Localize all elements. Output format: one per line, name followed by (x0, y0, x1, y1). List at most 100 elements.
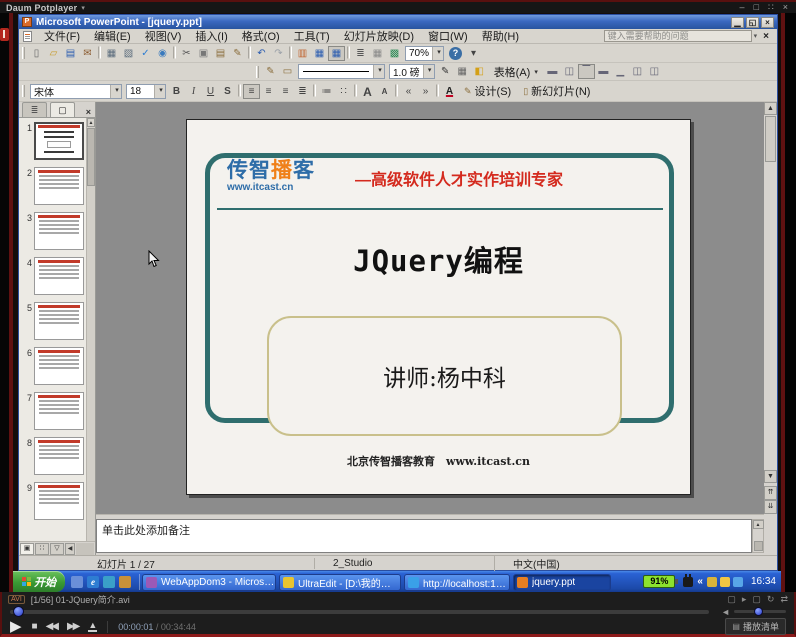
menu-item[interactable]: 插入(I) (188, 27, 234, 45)
print-preview-icon[interactable]: ▧ (120, 46, 137, 61)
taskbar-task-button[interactable]: jquery.ppt (513, 574, 611, 591)
open-file-button[interactable]: ▲ (88, 621, 97, 632)
toolbar-grip[interactable] (22, 85, 25, 97)
volume-knob[interactable] (754, 607, 763, 616)
line-weight-dropdown-icon[interactable]: ▾ (423, 65, 434, 78)
slide[interactable]: 传智播客 www.itcast.cn —高级软件人才实作培训专家 JQuery编… (186, 119, 691, 495)
align-right-icon[interactable]: ≡ (277, 84, 294, 99)
network-tray-icon[interactable] (733, 577, 743, 587)
grow-font-icon[interactable]: A (359, 84, 376, 99)
spelling-icon[interactable]: ✓ (137, 46, 154, 61)
document-icon[interactable] (23, 31, 32, 42)
color-grayscale-icon[interactable]: ▩ (386, 46, 403, 61)
redo-icon[interactable]: ↷ (270, 46, 287, 61)
decrease-indent-icon[interactable]: « (400, 84, 417, 99)
outline-tab[interactable]: ≣ (22, 102, 47, 117)
ppt-close-button[interactable]: × (761, 17, 774, 28)
seek-bar[interactable] (10, 610, 709, 614)
player-menu-caret-icon[interactable]: ▾ (81, 4, 85, 12)
notes-input[interactable]: 单击此处添加备注 (96, 519, 752, 553)
scroll-thumb[interactable] (765, 116, 776, 162)
slide-thumbnail[interactable] (34, 302, 84, 340)
notes-scrollbar[interactable]: ▲ (752, 519, 764, 553)
panel-scroll-thumb[interactable] (87, 128, 95, 186)
font-size-dropdown-icon[interactable]: ▾ (154, 85, 165, 98)
stop-button[interactable]: ■ (32, 621, 36, 632)
merge-cells-icon[interactable]: ▬ (544, 64, 561, 79)
undo-icon[interactable]: ↶ (253, 46, 270, 61)
cut-icon[interactable]: ✂ (178, 46, 195, 61)
menu-item[interactable]: 文件(F) (37, 27, 87, 45)
research-icon[interactable]: ◉ (154, 46, 171, 61)
play-marker-icon[interactable]: ▸ (742, 594, 747, 605)
split-cells-icon[interactable]: ◫ (561, 64, 578, 79)
msn-quicklaunch-icon[interactable] (103, 576, 115, 588)
show-formatting-icon[interactable]: ≣ (352, 46, 369, 61)
tray-collapse-icon[interactable]: « (697, 576, 703, 587)
repeat-icon[interactable]: ↻ (767, 594, 775, 605)
previous-button[interactable]: ◀◀ (46, 621, 57, 632)
key-tray-icon[interactable] (707, 577, 717, 587)
scroll-up-icon[interactable]: ▲ (764, 102, 777, 115)
document-close-button[interactable]: × (759, 31, 773, 42)
menu-item[interactable]: 编辑(E) (87, 27, 138, 45)
messenger-tray-icon[interactable] (720, 577, 730, 587)
previous-slide-button[interactable]: ⇈ (764, 486, 777, 500)
copy-icon[interactable]: ▣ (195, 46, 212, 61)
eraser-icon[interactable]: ▭ (279, 64, 296, 79)
next-slide-button[interactable]: ⇊ (764, 500, 777, 514)
slide-thumbnail[interactable] (34, 257, 84, 295)
taskbar-task-button[interactable]: UltraEdit - [D:\我的文档... (279, 574, 401, 591)
ppt-minimize-button[interactable]: ▁ (731, 17, 744, 28)
help-question-input[interactable]: 键入需要帮助的问题 (604, 30, 752, 42)
slide-thumbnail[interactable] (34, 347, 84, 385)
font-size-combo[interactable]: 18 ▾ (126, 84, 166, 99)
italic-icon[interactable]: I (185, 84, 202, 99)
screen-next-icon[interactable]: ▢ (752, 594, 761, 605)
panel-scroll-up-icon[interactable]: ▲ (87, 118, 95, 127)
menu-item[interactable]: 帮助(H) (475, 27, 526, 45)
taskbar-task-button[interactable]: http://localhost:1039/练... (404, 574, 510, 591)
panel-scrollbar[interactable]: ▲ (86, 118, 95, 541)
player-close-button[interactable]: × (783, 2, 788, 13)
tables-borders-icon[interactable]: ▦ (328, 46, 345, 61)
menu-item[interactable]: 工具(T) (287, 27, 337, 45)
help-dropdown-icon[interactable]: ▾ (754, 32, 758, 40)
font-name-combo[interactable]: 宋体 ▾ (30, 84, 122, 99)
slides-tab[interactable]: ▢ (50, 102, 75, 117)
new-slide-button[interactable]: ▯ 新幻灯片(N) (517, 83, 596, 100)
scroll-down-icon[interactable]: ▼ (764, 470, 777, 483)
slide-thumbnail[interactable] (34, 482, 84, 520)
align-center-icon[interactable]: ≡ (260, 84, 277, 99)
slide-thumbnail[interactable] (34, 392, 84, 430)
show-desktop-icon[interactable] (71, 576, 83, 588)
distribute-text-icon[interactable]: ≣ (294, 84, 311, 99)
bold-icon[interactable]: B (168, 84, 185, 99)
player-pin-button[interactable]: ∷ (768, 2, 774, 13)
font-color-icon[interactable]: A (441, 84, 458, 99)
line-style-dropdown-icon[interactable]: ▾ (373, 65, 384, 78)
next-button[interactable]: ▶▶ (67, 621, 78, 632)
menu-item[interactable]: 窗口(W) (421, 27, 475, 45)
notes-scroll-thumb[interactable] (754, 541, 763, 551)
hscroll-track[interactable] (76, 543, 94, 555)
volume-slider[interactable] (734, 610, 786, 613)
media-quicklaunch-icon[interactable] (119, 576, 131, 588)
zoom-dropdown-icon[interactable]: ▾ (432, 47, 443, 60)
numbering-icon[interactable]: ≔ (318, 84, 335, 99)
save-icon[interactable]: ▤ (62, 46, 79, 61)
ie-quicklaunch-icon[interactable]: e (87, 576, 99, 588)
draw-table-icon[interactable]: ✎ (262, 64, 279, 79)
slide-sorter-view-button[interactable]: ∷ (35, 543, 49, 555)
help-icon[interactable]: ? (449, 47, 462, 60)
zoom-combo[interactable]: 70% ▾ (405, 46, 444, 61)
play-button[interactable]: ▶ (10, 619, 22, 634)
open-icon[interactable]: ▱ (45, 46, 62, 61)
distribute-columns-icon[interactable]: ◫ (646, 64, 663, 79)
format-painter-icon[interactable]: ✎ (229, 46, 246, 61)
toolbar-options-icon[interactable]: ▾ (465, 46, 482, 61)
volume-icon[interactable]: ◄ (721, 607, 730, 617)
menu-item[interactable]: 格式(O) (235, 27, 287, 45)
font-name-dropdown-icon[interactable]: ▾ (110, 85, 121, 98)
normal-view-button[interactable]: ▣ (20, 543, 34, 555)
